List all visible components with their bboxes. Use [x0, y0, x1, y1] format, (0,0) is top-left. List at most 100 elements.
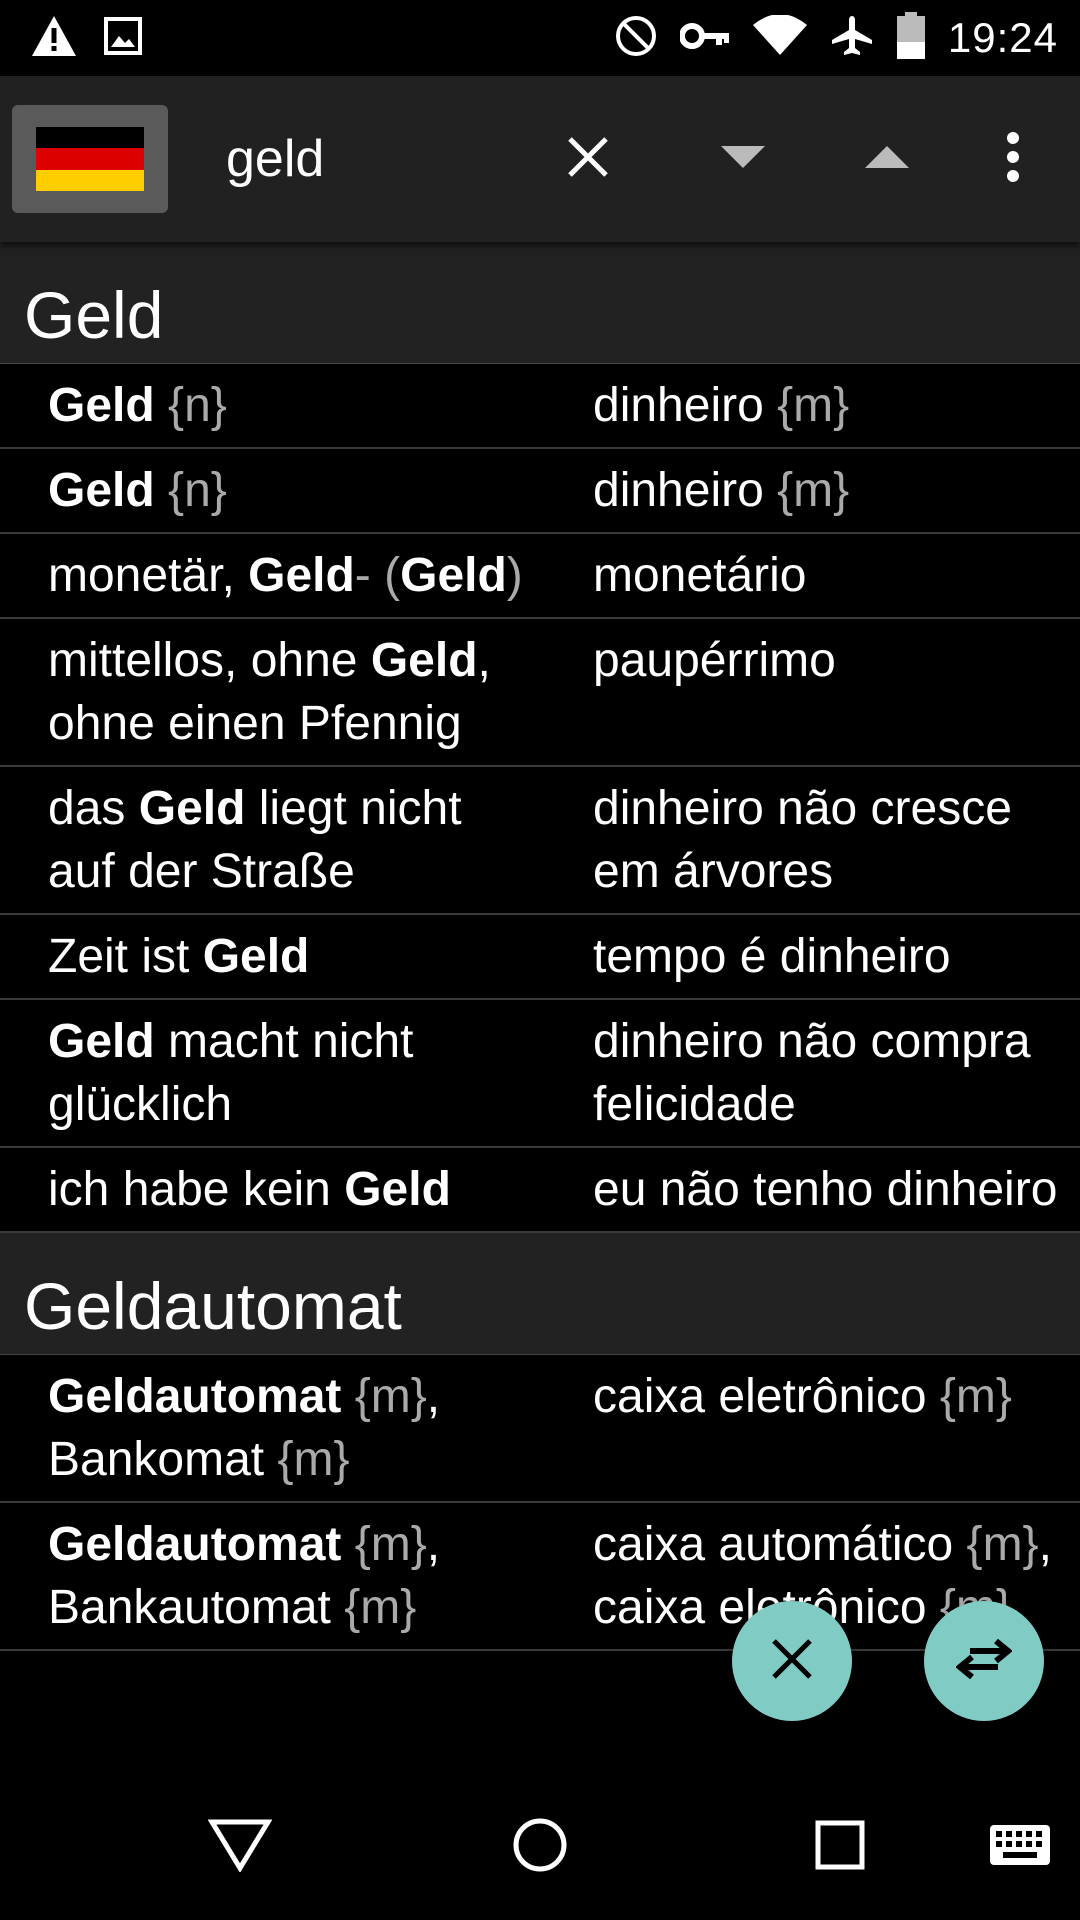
term-text — [341, 1370, 354, 1423]
clear-icon — [770, 1637, 814, 1686]
highlighted-match: Geld — [400, 549, 507, 602]
back-icon — [207, 1818, 273, 1877]
portuguese-term: paupérrimo — [545, 629, 1080, 755]
grammar-marker: {m} — [939, 1370, 1012, 1423]
translation-row[interactable]: Geldautomat {m}, Bankomat {m} caixa eletr… — [0, 1355, 1080, 1503]
term-text — [155, 464, 168, 517]
term-text — [155, 379, 168, 432]
battery-icon — [896, 11, 926, 65]
clear-search-button[interactable] — [543, 76, 633, 242]
highlighted-match: Geld — [48, 1015, 155, 1068]
grammar-marker: {m} — [354, 1518, 427, 1571]
wifi-icon — [752, 13, 808, 62]
germany-flag-icon — [36, 127, 144, 191]
term-text — [341, 1518, 354, 1571]
arrow-down-icon — [719, 144, 767, 175]
section-header: Geldautomat — [0, 1233, 1080, 1355]
close-icon — [564, 133, 612, 186]
grammar-marker: {m} — [344, 1581, 417, 1634]
portuguese-term: caixa eletrônico {m} — [545, 1365, 1080, 1491]
do-not-disturb-icon — [614, 14, 658, 63]
next-result-button[interactable] — [698, 76, 788, 242]
grammar-marker: {m} — [777, 464, 850, 517]
overflow-menu-button[interactable] — [968, 76, 1058, 242]
highlighted-match: Geld — [48, 379, 155, 432]
term-text: mittellos, ohne — [48, 634, 371, 687]
highlighted-match: Geld — [138, 782, 246, 835]
german-term: Geldautomat {m}, Bankomat {m} — [0, 1365, 545, 1491]
term-text: dinheiro não compra felicidade — [593, 1015, 1031, 1131]
translation-row[interactable]: ich habe kein Geld eu não tenho dinheiro — [0, 1148, 1080, 1233]
portuguese-term: tempo é dinheiro — [545, 925, 1080, 988]
warning-icon — [30, 14, 78, 63]
keyboard-icon — [989, 1824, 1051, 1871]
translation-row[interactable]: Zeit ist Geld tempo é dinheiro — [0, 915, 1080, 1000]
german-term: mittellos, ohne Geld, ohne einen Pfennig — [0, 629, 545, 755]
term-text: caixa eletrônico — [593, 1370, 940, 1423]
swap-languages-fab-button[interactable] — [924, 1601, 1044, 1721]
translation-row[interactable]: Geld macht nicht glücklich dinheiro não c… — [0, 1000, 1080, 1148]
term-text: dinheiro não cresce em árvores — [593, 782, 1012, 898]
highlighted-match: Geld — [248, 549, 355, 602]
translation-row[interactable]: Geldautomat {m}, Bankautomat {m} caixa au… — [0, 1503, 1080, 1651]
german-term: Geldautomat {m}, Bankautomat {m} — [0, 1513, 545, 1639]
term-text: caixa automático — [593, 1518, 967, 1571]
navigation-bar — [0, 1774, 1080, 1920]
german-term: Geld {n} — [0, 374, 545, 437]
portuguese-term: dinheiro {m} — [545, 374, 1080, 437]
clear-fab-button[interactable] — [732, 1601, 852, 1721]
german-term: Geld {n} — [0, 459, 545, 522]
german-term: monetär, Geld- (Geld) — [0, 544, 545, 607]
highlighted-match: Geld — [202, 930, 310, 983]
language-select-button[interactable] — [12, 105, 168, 213]
swap-icon — [955, 1637, 1013, 1686]
portuguese-term: monetário — [545, 544, 1080, 607]
highlighted-match: Geld — [344, 1163, 451, 1216]
home-icon — [512, 1817, 568, 1878]
grammar-marker: {n} — [168, 379, 227, 432]
term-text: ich habe kein — [48, 1163, 345, 1216]
back-button[interactable] — [170, 1774, 310, 1920]
term-text: monetário — [593, 549, 807, 602]
portuguese-term: eu não tenho dinheiro — [545, 1158, 1080, 1221]
grammar-marker: - — [354, 549, 371, 602]
term-text: Zeit ist — [48, 930, 203, 983]
portuguese-term: dinheiro não cresce em árvores — [545, 777, 1080, 903]
section-header: Geld — [0, 242, 1080, 364]
highlighted-match: Geld — [370, 634, 478, 687]
arrow-up-icon — [863, 144, 911, 175]
german-term: das Geld liegt nicht auf der Straße — [0, 777, 545, 903]
grammar-marker: {m} — [354, 1370, 427, 1423]
portuguese-term: dinheiro {m} — [545, 459, 1080, 522]
image-icon — [104, 16, 142, 60]
translation-row[interactable]: mittellos, ohne Geld, ohne einen Pfennig… — [0, 619, 1080, 767]
previous-result-button[interactable] — [842, 76, 932, 242]
term-text: tempo é dinheiro — [593, 930, 951, 983]
airplane-icon — [830, 14, 874, 63]
translation-row[interactable]: Geld {n} dinheiro {m} — [0, 364, 1080, 449]
term-text: dinheiro — [593, 464, 778, 517]
term-text: dinheiro — [593, 379, 778, 432]
highlighted-match: Geld — [48, 464, 155, 517]
grammar-marker: ) — [506, 549, 523, 602]
grammar-marker: {m} — [277, 1433, 350, 1486]
keyboard-button[interactable] — [950, 1774, 1080, 1920]
translation-row[interactable]: Geld {n} dinheiro {m} — [0, 449, 1080, 534]
portuguese-term: dinheiro não compra felicidade — [545, 1010, 1080, 1136]
grammar-marker: {m} — [777, 379, 850, 432]
translation-row[interactable]: monetär, Geld- (Geld) monetário — [0, 534, 1080, 619]
term-text: monetär, — [48, 549, 249, 602]
search-input[interactable] — [224, 128, 528, 190]
german-term: Geld macht nicht glücklich — [0, 1010, 545, 1136]
translation-row[interactable]: das Geld liegt nicht auf der Straße dinhe… — [0, 767, 1080, 915]
german-term: Zeit ist Geld — [0, 925, 545, 988]
german-term: ich habe kein Geld — [0, 1158, 545, 1221]
recents-icon — [815, 1820, 865, 1875]
recents-button[interactable] — [770, 1774, 910, 1920]
results-list[interactable]: Geld Geld {n} dinheiro {m} Geld {n} dinheiro… — [0, 242, 1080, 1774]
home-button[interactable] — [470, 1774, 610, 1920]
more-vert-icon — [1005, 131, 1021, 188]
term-text — [371, 549, 384, 602]
highlighted-match: Geldautomat — [48, 1518, 342, 1571]
grammar-marker: {m} — [966, 1518, 1039, 1571]
